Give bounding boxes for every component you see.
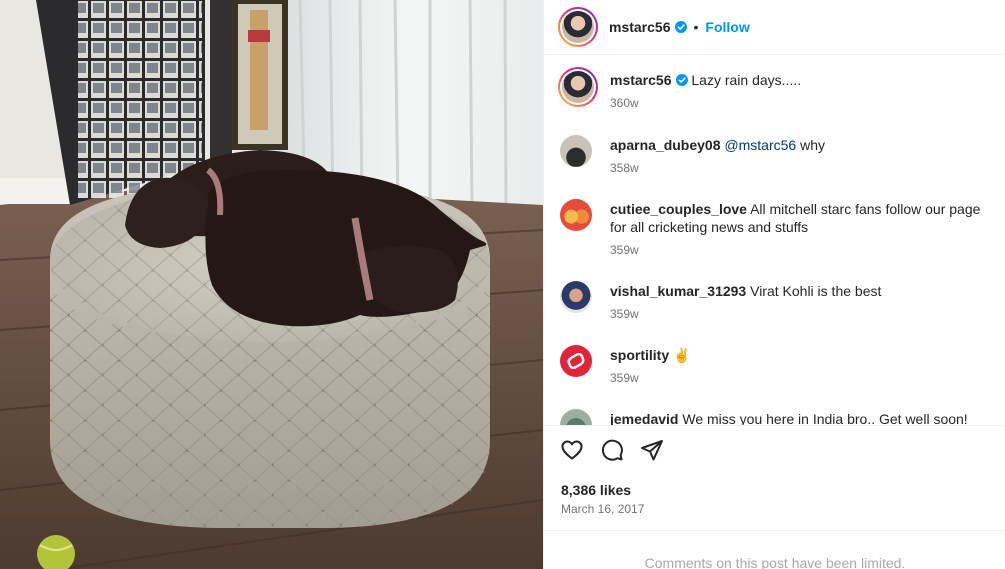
commenter-avatar[interactable] (560, 345, 592, 377)
comment-username[interactable]: aparna_dubey08 (610, 137, 721, 153)
action-icons (560, 438, 664, 462)
commenter-avatar[interactable] (560, 135, 592, 167)
likes-count[interactable]: 8,386 likes (561, 482, 631, 498)
comment-timestamp: 358w (610, 161, 639, 175)
comments-list[interactable]: mstarc56 Lazy rain days..... 360w aparna… (544, 55, 1005, 425)
caption-timestamp: 360w (610, 96, 639, 110)
comment-mention[interactable]: @mstarc56 (724, 137, 796, 153)
comment-icon[interactable] (600, 438, 624, 462)
comment-username[interactable]: jemedavid (610, 411, 678, 425)
comments-limited-notice: Comments on this post have been limited. (544, 530, 1005, 569)
comment-timestamp: 359w (610, 243, 639, 257)
comment-text: We miss you here in India bro.. Get well… (678, 411, 968, 425)
comment-username[interactable]: sportility (610, 347, 669, 363)
share-icon[interactable] (640, 438, 664, 462)
comment-text: Virat Kohli is the best (746, 283, 882, 299)
verified-badge-icon (674, 21, 687, 33)
commenter-avatar[interactable] (560, 199, 592, 231)
comment-row: sportility ✌ 359w (560, 345, 990, 386)
post-photo[interactable] (0, 0, 543, 569)
comment-text: why (796, 137, 825, 153)
follow-button[interactable]: Follow (705, 19, 749, 35)
caption-row: mstarc56 Lazy rain days..... 360w (558, 67, 988, 111)
author-avatar[interactable] (558, 7, 598, 47)
author-username[interactable]: mstarc56 (609, 19, 671, 35)
post-header: mstarc56 • Follow (544, 0, 1005, 55)
heart-icon[interactable] (560, 438, 584, 462)
post-side-panel: mstarc56 • Follow mstarc56 Lazy rain day… (543, 0, 1005, 569)
caption-text: Lazy rain days..... (691, 72, 802, 88)
sportility-logo-icon (567, 353, 585, 369)
comment-row: aparna_dubey08 @mstarc56 why 358w (560, 135, 990, 176)
post-date[interactable]: March 16, 2017 (561, 502, 644, 516)
comment-username[interactable]: vishal_kumar_31293 (610, 283, 746, 299)
comment-text: ✌ (669, 347, 691, 363)
comment-row: vishal_kumar_31293 Virat Kohli is the be… (560, 281, 990, 322)
comment-row: cutiee_couples_love All mitchell starc f… (560, 199, 990, 258)
commenter-avatar[interactable] (560, 281, 592, 313)
post-image (0, 0, 543, 569)
comment-timestamp: 359w (610, 371, 639, 385)
post-actions: 8,386 likes March 16, 2017 Comments on t… (544, 425, 1005, 569)
caption-username[interactable]: mstarc56 (610, 72, 672, 88)
comment-username[interactable]: cutiee_couples_love (610, 201, 747, 217)
verified-badge-icon (675, 74, 688, 86)
comment-timestamp: 359w (610, 307, 639, 321)
caption-avatar[interactable] (558, 67, 598, 107)
comment-row: jemedavid We miss you here in India bro.… (560, 409, 990, 425)
separator-dot: • (693, 19, 699, 35)
commenter-avatar[interactable] (560, 409, 592, 425)
